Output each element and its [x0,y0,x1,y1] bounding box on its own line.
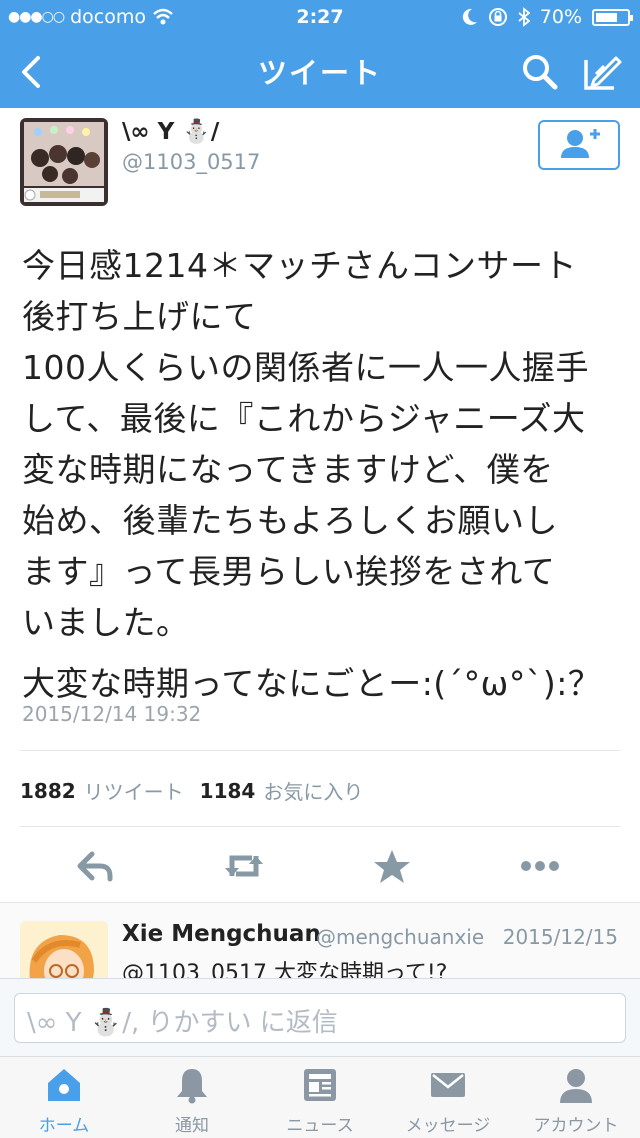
envelope-icon [431,1073,465,1097]
author-name[interactable]: \∞ Y ⛄/ [122,118,219,145]
retweet-label[interactable]: リツイート [84,776,184,805]
tab-label: アカウント [533,1116,619,1136]
reply-preview[interactable]: Xie Mengchuan @mengchuanxie 2015/12/15 @… [0,902,640,978]
tab-label: メッセージ [405,1116,491,1136]
reply-author-handle[interactable]: @mengchuanxie [316,925,484,949]
divider [20,826,620,827]
home-icon [48,1069,80,1101]
reply-timestamp: 2015/12/15 [502,925,618,949]
navigation-bar: ツイート [0,36,640,108]
favorite-label[interactable]: お気に入り [263,776,363,805]
retweet-count[interactable]: 1882 [20,779,76,803]
reply-author-name[interactable]: Xie Mengchuan [122,921,321,947]
tweet-actions [0,840,640,890]
tab-account[interactable]: アカウント [512,1065,640,1137]
favorite-count[interactable]: 1184 [200,779,256,803]
reply-input[interactable]: \∞ Y ⛄/, りかすい に返信 [14,993,626,1043]
reply-avatar[interactable] [20,921,108,978]
person-icon [560,1069,592,1103]
avatar-image [20,118,108,206]
tab-label: 通知 [175,1116,209,1136]
tweet-paragraph: 今日感1214＊マッチさんコンサート 後打ち上げにて 100人くらいの関係者に一… [22,246,589,642]
tab-bar: ホーム 通知 ニュース メッセージ アカウント [0,1056,640,1138]
tab-messages[interactable]: メッセージ [384,1065,512,1137]
tweet-timestamp: 2015/12/14 19:32 [22,702,202,726]
reply-text: @1103_0517 大変な時期って!? [122,961,448,978]
news-icon [304,1069,336,1101]
tab-notifications[interactable]: 通知 [128,1065,256,1137]
bell-icon [177,1069,207,1104]
rotation-lock-icon [488,8,507,26]
favorite-icon[interactable] [370,846,414,886]
tweet-text: 今日感1214＊マッチさんコンサート 後打ち上げにて 100人くらいの関係者に一… [22,240,622,709]
tab-label: ニュース [286,1116,354,1136]
tweet-stats: 1882 リツイート 1184 お気に入り [20,776,379,805]
divider [20,750,620,751]
retweet-icon[interactable] [222,846,266,886]
reply-avatar-image [20,921,108,978]
tab-news[interactable]: ニュース [256,1065,384,1137]
battery-percent: 70% [539,6,582,28]
status-bar: ●●●○○ docomo 2:27 70% [0,0,640,36]
battery-fill [596,12,617,22]
moon-icon [462,8,477,25]
tab-label: ホーム [38,1116,90,1136]
header: ●●●○○ docomo 2:27 70% ツイート [0,0,640,108]
battery-icon [592,8,633,26]
compose-icon[interactable] [580,50,624,94]
add-user-icon [561,129,600,158]
follow-button[interactable] [538,120,620,170]
reply-composer: \∞ Y ⛄/, りかすい に返信 [0,978,640,1056]
tab-home[interactable]: ホーム [0,1065,128,1137]
reply-icon[interactable] [74,846,118,886]
avatar[interactable] [20,118,108,206]
bluetooth-icon [518,7,530,27]
author-handle[interactable]: @1103_0517 [122,150,260,174]
more-icon[interactable] [518,846,562,886]
search-icon[interactable] [518,50,562,94]
